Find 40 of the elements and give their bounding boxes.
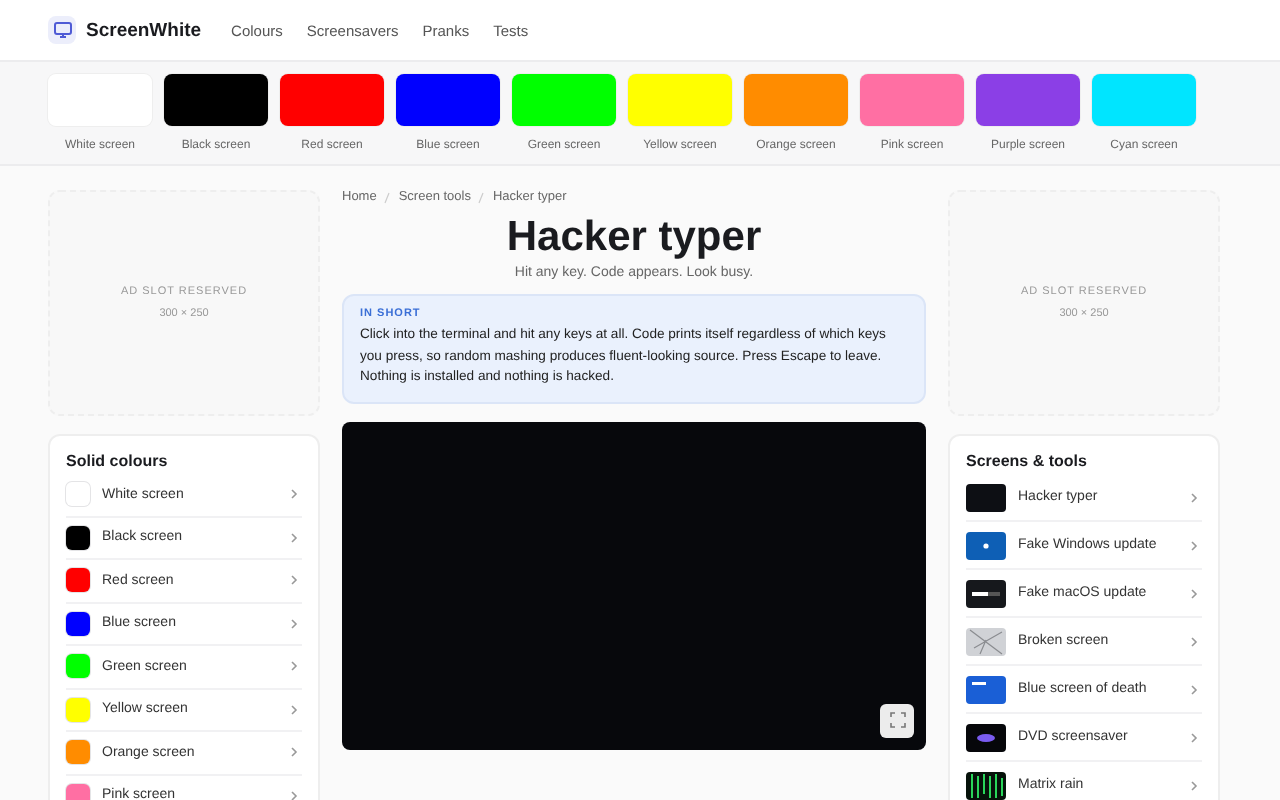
chevron-icon xyxy=(290,746,298,759)
chevron-icon xyxy=(290,531,298,544)
cracked-screen-icon xyxy=(966,627,1006,655)
disc-logo-icon xyxy=(966,723,1006,751)
colour-swatch[interactable] xyxy=(164,74,268,126)
breadcrumb-separator xyxy=(478,191,485,203)
chevron-icon xyxy=(290,574,298,587)
update-thumbnail-icon xyxy=(966,531,1006,559)
chevron-icon xyxy=(290,488,298,501)
chevron-icon xyxy=(290,617,298,630)
chevron-icon xyxy=(1190,587,1198,599)
chevron-icon xyxy=(1190,491,1198,503)
chevron-icon xyxy=(290,703,298,716)
monitor-logo-icon xyxy=(48,16,76,44)
chevron-icon xyxy=(1190,779,1198,791)
chevron-icon xyxy=(1190,683,1198,695)
site-brand[interactable]: ScreenWhite xyxy=(86,19,202,41)
chevron-icon xyxy=(290,660,298,673)
colour-swatch[interactable] xyxy=(280,74,384,126)
colour-swatch[interactable] xyxy=(744,74,848,126)
card-title: Screens & tools xyxy=(966,452,1089,470)
terminal-thumbnail-icon xyxy=(966,483,1006,511)
colour-swatch[interactable] xyxy=(396,74,500,126)
fullscreen-button[interactable] xyxy=(880,703,914,737)
falling-code-icon xyxy=(966,771,1006,799)
colour-swatch[interactable] xyxy=(512,74,616,126)
chevron-icon xyxy=(1190,731,1198,743)
chevron-icon xyxy=(290,789,298,800)
colour-swatch[interactable] xyxy=(860,74,964,126)
chevron-icon xyxy=(1190,539,1198,551)
colour-swatch[interactable] xyxy=(1092,74,1196,126)
card-title: Solid colours xyxy=(66,452,170,470)
chevron-icon xyxy=(1190,635,1198,647)
colour-swatch[interactable] xyxy=(628,74,732,126)
colour-swatch[interactable] xyxy=(976,74,1080,126)
error-screen-icon xyxy=(966,675,1006,703)
progress-thumbnail-icon xyxy=(966,579,1006,607)
page-title: Hacker typer xyxy=(504,212,764,262)
fullscreen-icon xyxy=(889,712,905,728)
breadcrumb-separator xyxy=(384,191,391,203)
